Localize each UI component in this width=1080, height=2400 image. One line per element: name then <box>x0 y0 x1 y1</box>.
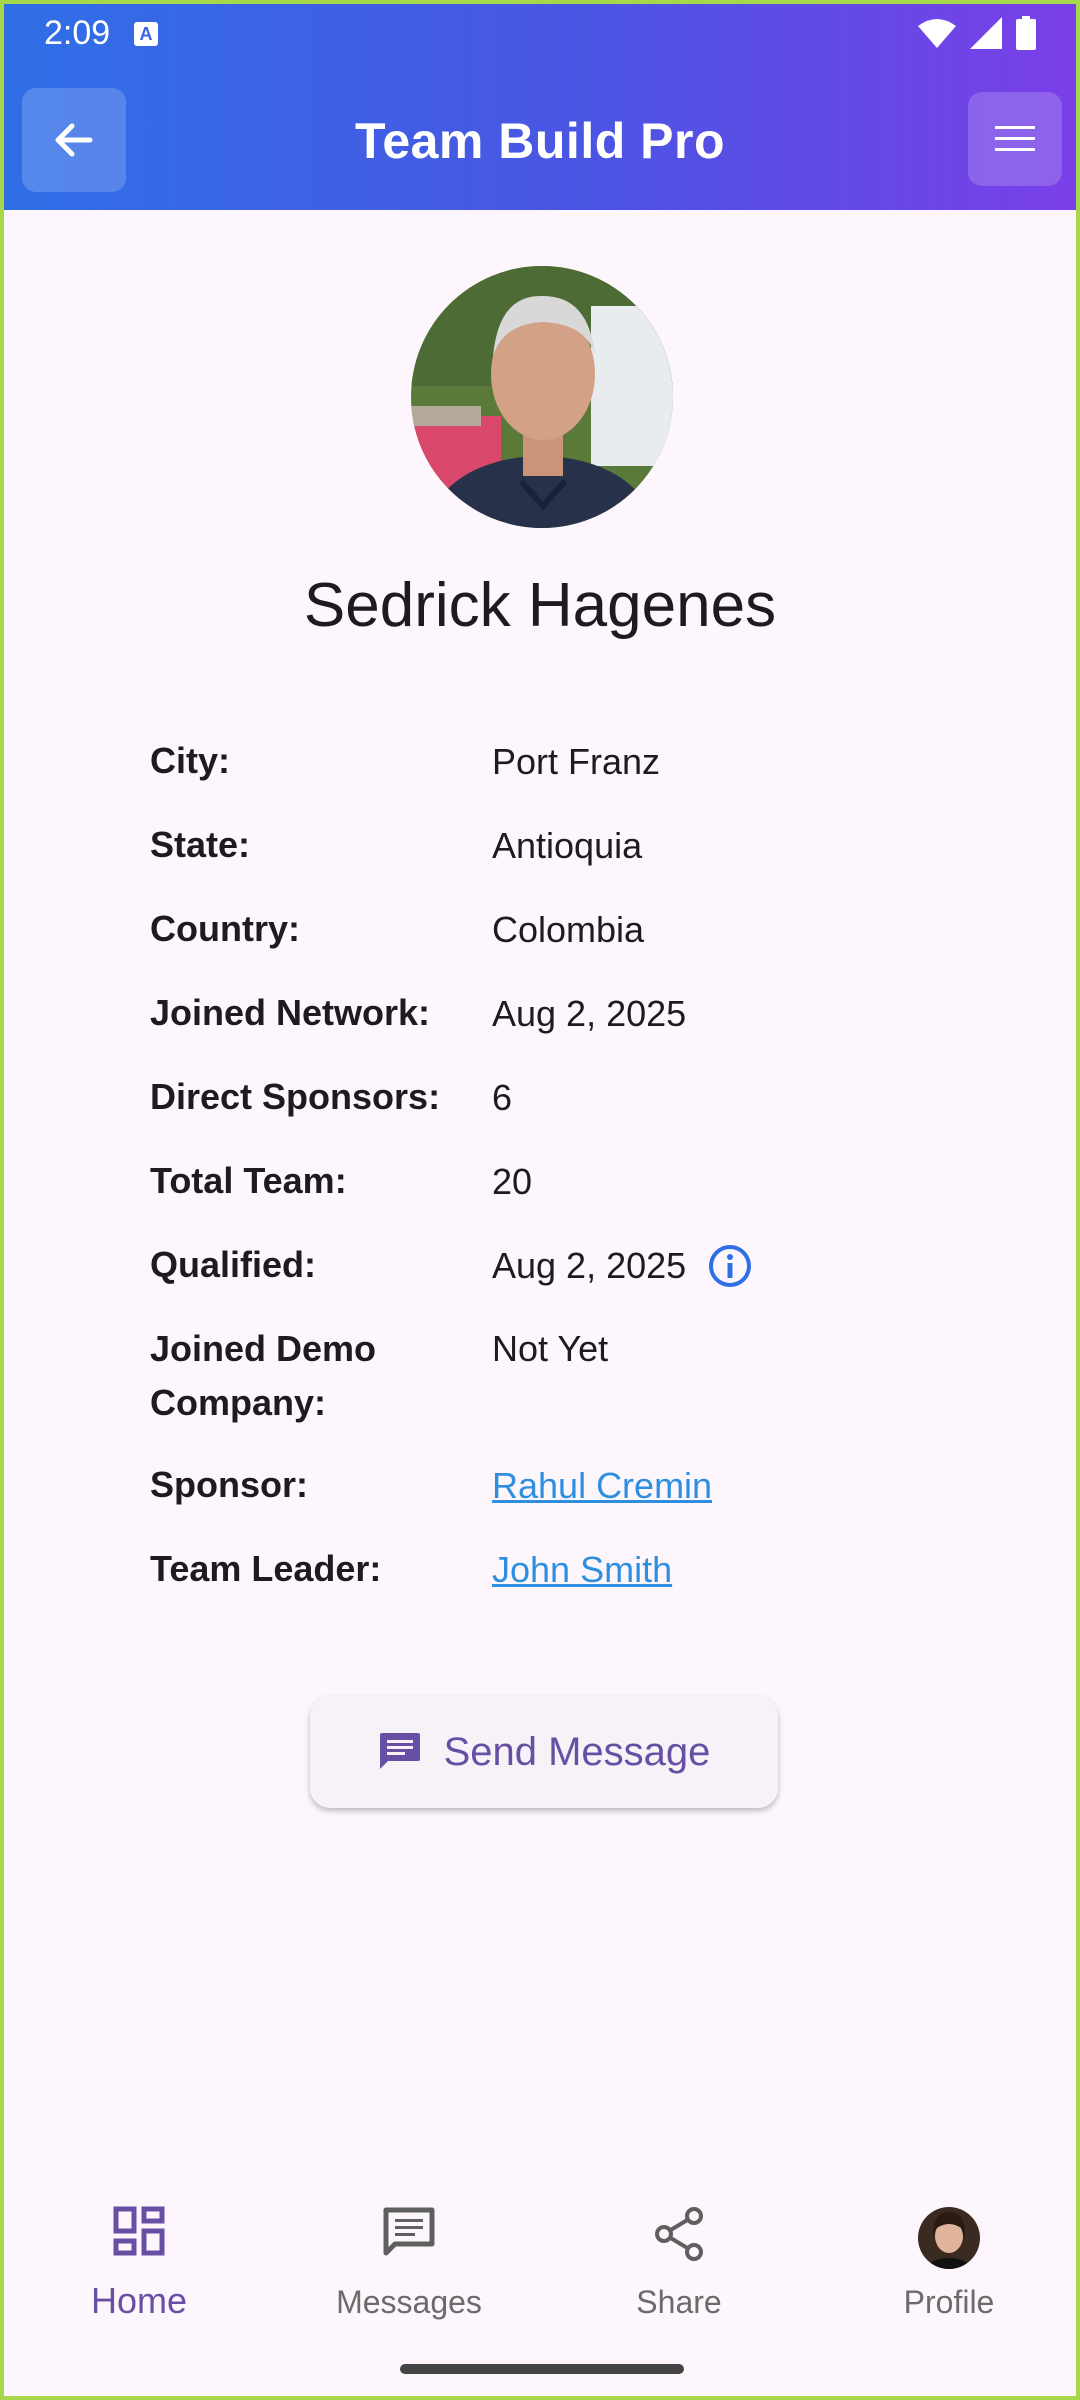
team-leader-link[interactable]: John Smith <box>492 1542 672 1598</box>
profile-photo <box>411 266 673 528</box>
detail-row-total-team: Total Team: 20 <box>150 1154 950 1210</box>
page-title: Team Build Pro <box>354 113 725 169</box>
detail-row-city: City: Port Franz <box>150 734 950 790</box>
detail-value: Aug 2, 2025 <box>492 1245 687 1286</box>
battery-icon <box>1016 16 1036 50</box>
detail-label: State: <box>150 824 251 865</box>
status-time: 2:09 <box>44 14 111 52</box>
detail-value: 6 <box>492 1077 513 1118</box>
nav-item-home[interactable]: Home <box>4 2176 274 2340</box>
menu-button[interactable] <box>968 92 1062 186</box>
detail-label: Team Leader: <box>150 1548 382 1589</box>
detail-label: Qualified: <box>150 1244 317 1285</box>
nav-label: Home <box>90 2280 188 2321</box>
nav-item-profile[interactable]: Profile <box>814 2176 1076 2340</box>
detail-label: Direct Sponsors: <box>150 1076 441 1117</box>
detail-row-joined-network: Joined Network: Aug 2, 2025 <box>150 986 950 1042</box>
detail-row-direct-sponsors: Direct Sponsors: 6 <box>150 1070 950 1126</box>
detail-row-team-leader: Team Leader: John Smith <box>150 1542 950 1598</box>
bottom-navigation: Home Messages Share Profile <box>4 2176 1076 2340</box>
detail-label: Joined Network: <box>150 992 431 1033</box>
detail-value: Colombia <box>492 909 645 950</box>
send-message-label: Send Message <box>443 1729 711 1774</box>
detail-value: Antioquia <box>492 825 643 866</box>
nav-label: Messages <box>336 2284 482 2320</box>
nav-item-messages[interactable]: Messages <box>274 2176 544 2340</box>
dashboard-icon <box>113 2206 165 2256</box>
status-bar: 2:09 A <box>4 4 1076 62</box>
detail-row-qualified: Qualified: Aug 2, 2025 <box>150 1238 950 1294</box>
header: 2:09 A Team Build Pro <box>4 4 1076 210</box>
detail-value: 20 <box>492 1161 533 1202</box>
info-icon[interactable] <box>708 1244 752 1288</box>
detail-value: Not Yet <box>492 1328 609 1369</box>
detail-value: Aug 2, 2025 <box>492 993 687 1034</box>
avatar <box>918 2207 980 2269</box>
nav-item-share[interactable]: Share <box>544 2176 814 2340</box>
nav-label: Profile <box>903 2284 995 2320</box>
signal-icon <box>970 17 1002 49</box>
profile-avatar <box>411 266 673 528</box>
home-indicator[interactable] <box>400 2364 684 2374</box>
send-message-button[interactable]: Send Message <box>310 1696 778 1808</box>
profile-details: City: Port Franz State: Antioquia Countr… <box>150 734 950 1626</box>
detail-label: Joined Demo Company: <box>150 1328 377 1423</box>
detail-label: Sponsor: <box>150 1464 308 1505</box>
message-icon <box>379 1733 420 1769</box>
detail-label: City: <box>150 740 230 781</box>
detail-row-joined-demo-company: Joined Demo Company: Not Yet <box>150 1322 950 1430</box>
wifi-icon <box>918 19 956 48</box>
detail-value: Port Franz <box>492 741 661 782</box>
detail-value-wrap: Aug 2, 2025 <box>492 1238 752 1294</box>
detail-row-country: Country: Colombia <box>150 902 950 958</box>
sponsor-link[interactable]: Rahul Cremin <box>492 1458 712 1514</box>
detail-row-state: State: Antioquia <box>150 818 950 874</box>
detail-label: Total Team: <box>150 1160 347 1201</box>
detail-row-sponsor: Sponsor: Rahul Cremin <box>150 1458 950 1514</box>
detail-label: Country: <box>150 908 300 949</box>
status-icons <box>918 16 1036 50</box>
profile-name: Sedrick Hagenes <box>303 571 777 640</box>
hamburger-menu-icon <box>995 126 1035 151</box>
a-icon: A <box>134 22 158 46</box>
nav-label: Share <box>636 2284 722 2320</box>
message-icon <box>383 2207 435 2256</box>
share-icon <box>655 2207 703 2261</box>
screen: 2:09 A Team Build Pro Sedrick Hagenes Ci… <box>0 0 1080 2400</box>
app-bar: Team Build Pro <box>4 86 1076 194</box>
